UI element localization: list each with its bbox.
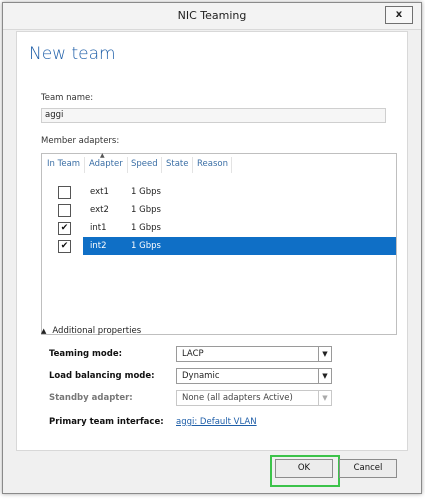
in-team-checkbox[interactable] bbox=[58, 204, 71, 217]
window-title: NIC Teaming bbox=[177, 9, 247, 22]
page-title: New team bbox=[29, 44, 116, 64]
dropdown-arrow-icon[interactable]: ▼ bbox=[318, 369, 331, 383]
close-button[interactable]: x bbox=[385, 6, 413, 24]
adapter-name: ext1 bbox=[90, 187, 109, 197]
title-bar: NIC Teaming x bbox=[3, 3, 421, 30]
standby-adapter-label: Standby adapter: bbox=[49, 393, 133, 403]
in-team-checkbox[interactable] bbox=[58, 186, 71, 199]
adapter-speed: 1 Gbps bbox=[131, 241, 161, 251]
chevron-up-icon: ▲ bbox=[41, 327, 47, 335]
adapter-speed: 1 Gbps bbox=[131, 223, 161, 233]
adapter-row-ext2[interactable]: ext2 1 Gbps bbox=[42, 201, 396, 219]
standby-adapter-value: None (all adapters Active) bbox=[182, 393, 293, 403]
load-balancing-mode-value: Dynamic bbox=[182, 371, 220, 381]
column-header-in-team[interactable]: In Team bbox=[47, 159, 80, 169]
adapter-name: ext2 bbox=[90, 205, 109, 215]
primary-team-interface-label: Primary team interface: bbox=[49, 417, 164, 427]
teaming-mode-select[interactable]: LACP ▼ bbox=[176, 346, 332, 362]
in-team-checkbox[interactable]: ✔ bbox=[58, 222, 71, 235]
dropdown-arrow-icon[interactable]: ▼ bbox=[318, 347, 331, 361]
team-name-input[interactable]: aggi bbox=[41, 108, 386, 123]
teaming-mode-value: LACP bbox=[182, 349, 204, 359]
in-team-checkbox[interactable]: ✔ bbox=[58, 240, 71, 253]
column-divider bbox=[231, 157, 232, 173]
adapter-name: int1 bbox=[90, 223, 107, 233]
additional-properties-toggle[interactable]: ▲ Additional properties bbox=[41, 326, 141, 336]
dropdown-arrow-icon[interactable]: ▼ bbox=[318, 391, 331, 405]
nic-teaming-dialog: NIC Teaming x New team Team name: aggi M… bbox=[2, 2, 422, 494]
adapter-row-ext1[interactable]: ext1 1 Gbps bbox=[42, 183, 396, 201]
column-divider bbox=[161, 157, 162, 173]
selection-highlight bbox=[83, 237, 396, 255]
sort-ascending-icon: ▲ bbox=[100, 152, 105, 159]
member-adapters-list[interactable]: In Team ▲ Adapter Speed State Reason ext… bbox=[41, 152, 397, 335]
column-header-reason[interactable]: Reason bbox=[197, 159, 228, 169]
member-adapters-label: Member adapters: bbox=[41, 136, 120, 146]
column-header-speed[interactable]: Speed bbox=[131, 159, 158, 169]
ok-button[interactable]: OK bbox=[275, 459, 333, 478]
cancel-button[interactable]: Cancel bbox=[339, 459, 397, 478]
standby-adapter-select[interactable]: None (all adapters Active) ▼ bbox=[176, 390, 332, 406]
column-divider bbox=[84, 157, 85, 173]
additional-properties-label: Additional properties bbox=[52, 326, 142, 336]
column-header-state[interactable]: State bbox=[166, 159, 189, 169]
adapter-speed: 1 Gbps bbox=[131, 187, 161, 197]
column-divider bbox=[192, 157, 193, 173]
load-balancing-mode-select[interactable]: Dynamic ▼ bbox=[176, 368, 332, 384]
load-balancing-mode-label: Load balancing mode: bbox=[49, 371, 155, 381]
adapter-row-int1[interactable]: ✔ int1 1 Gbps bbox=[42, 219, 396, 237]
adapter-speed: 1 Gbps bbox=[131, 205, 161, 215]
column-divider bbox=[127, 157, 128, 173]
column-header-adapter[interactable]: Adapter bbox=[89, 159, 123, 169]
dialog-content: New team Team name: aggi Member adapters… bbox=[16, 31, 408, 451]
team-name-label: Team name: bbox=[41, 93, 94, 103]
teaming-mode-label: Teaming mode: bbox=[49, 349, 122, 359]
primary-team-interface-link[interactable]: aggi: Default VLAN bbox=[176, 417, 257, 427]
adapter-row-int2[interactable]: ✔ int2 1 Gbps bbox=[42, 237, 396, 255]
adapter-name: int2 bbox=[90, 241, 107, 251]
